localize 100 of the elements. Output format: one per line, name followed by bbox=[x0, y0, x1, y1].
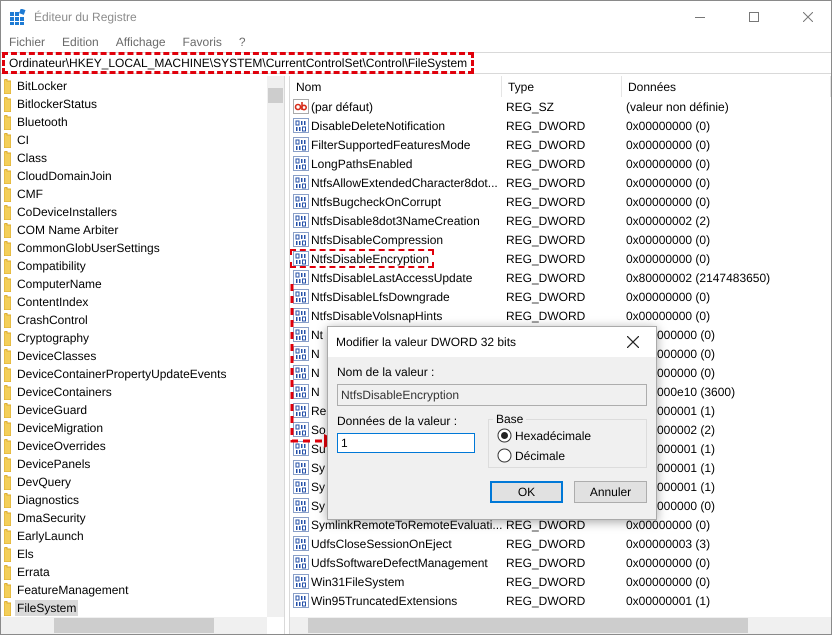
folder-icon bbox=[4, 384, 11, 400]
folder-icon bbox=[4, 114, 11, 130]
value-name: NtfsDisableVolsnapHints bbox=[311, 308, 442, 322]
value-data: 0x00000003 (3) bbox=[625, 536, 712, 550]
value-type: REG_DWORD bbox=[505, 232, 586, 246]
value-name: UdfsSoftwareDefectManagement bbox=[311, 556, 488, 570]
menu-item[interactable]: ? bbox=[238, 34, 246, 48]
value-data: 0x00000000 (0) bbox=[625, 556, 712, 570]
value-type: REG_DWORD bbox=[505, 594, 586, 608]
binary-value-icon bbox=[293, 593, 309, 608]
tree-item[interactable]: FileSystem bbox=[15, 600, 78, 616]
tree-item[interactable]: CoDeviceInstallers bbox=[15, 204, 120, 220]
tree-item[interactable]: CMF bbox=[15, 186, 45, 202]
value-data: (valeur non définie) bbox=[625, 100, 730, 114]
binary-value-icon bbox=[293, 555, 309, 570]
value-name: FilterSupportedFeaturesMode bbox=[311, 138, 470, 152]
value-name: NtfsDisableLastAccessUpdate bbox=[311, 270, 472, 284]
value-data: 000000 (0) bbox=[656, 498, 716, 512]
dialog-button[interactable]: OK bbox=[490, 481, 563, 503]
value-data: 0x00000000 (0) bbox=[625, 252, 712, 266]
tree-item[interactable]: Els bbox=[15, 546, 36, 562]
tree-item[interactable]: BitLocker bbox=[15, 78, 70, 94]
tree-item[interactable]: Bluetooth bbox=[15, 114, 70, 130]
folder-icon bbox=[4, 276, 11, 292]
tree-item[interactable]: ComputerName bbox=[15, 276, 104, 292]
tree-item[interactable]: DeviceMigration bbox=[15, 420, 106, 436]
tree-item[interactable]: Cryptography bbox=[15, 330, 92, 346]
tree-item[interactable]: Class bbox=[15, 150, 50, 166]
binary-value-icon bbox=[293, 156, 309, 171]
tree-item[interactable]: DeviceGuard bbox=[15, 402, 90, 418]
maximize-icon bbox=[749, 12, 759, 22]
column-header[interactable]: Données bbox=[622, 76, 831, 97]
horizontal-scrollbar[interactable] bbox=[290, 617, 831, 634]
tree-item[interactable]: DmaSecurity bbox=[15, 510, 88, 526]
value-name: So bbox=[311, 422, 326, 436]
tree-item[interactable]: DeviceOverrides bbox=[15, 438, 108, 454]
value-data: 0x00000000 (0) bbox=[625, 518, 712, 532]
radio-option[interactable]: Hexadécimale bbox=[497, 428, 646, 443]
value-name: NtfsAllowExtendedCharacter8dot... bbox=[311, 176, 498, 190]
folder-icon bbox=[4, 168, 11, 184]
tree-item[interactable]: DevQuery bbox=[15, 474, 74, 490]
value-name: Sy bbox=[311, 480, 326, 494]
value-name: NtfsDisableCompression bbox=[311, 232, 444, 246]
value-data: 0x00000002 (2) bbox=[625, 214, 712, 228]
value-type: REG_DWORD bbox=[505, 176, 586, 190]
radio-option[interactable]: Décimale bbox=[497, 448, 646, 463]
folder-icon bbox=[4, 546, 11, 562]
value-data-field[interactable]: 1 bbox=[337, 433, 475, 453]
column-header[interactable]: Type bbox=[502, 76, 622, 97]
value-type: REG_DWORD bbox=[505, 270, 586, 284]
binary-value-icon bbox=[293, 327, 309, 342]
value-name-field[interactable]: NtfsDisableEncryption bbox=[337, 384, 647, 406]
tree-item[interactable]: COM Name Arbiter bbox=[15, 222, 120, 238]
value-name: Nt bbox=[311, 328, 323, 342]
tree-item[interactable]: BitlockerStatus bbox=[15, 96, 100, 112]
value-type: REG_DWORD bbox=[505, 574, 586, 588]
binary-value-icon bbox=[293, 308, 309, 323]
binary-value-icon bbox=[293, 422, 309, 437]
menu-item[interactable]: Favoris bbox=[182, 34, 222, 48]
tree-item[interactable]: DevicePanels bbox=[15, 456, 92, 472]
binary-value-icon bbox=[293, 536, 309, 551]
dialog-button[interactable]: Annuler bbox=[574, 481, 647, 503]
tree-item[interactable]: Errata bbox=[15, 564, 52, 580]
tree-item[interactable]: FeatureManagement bbox=[15, 582, 130, 598]
folder-icon bbox=[4, 510, 11, 526]
tree-item[interactable]: CommonGlobUserSettings bbox=[15, 240, 162, 256]
tree-item[interactable]: DeviceContainers bbox=[15, 384, 114, 400]
folder-icon bbox=[4, 294, 11, 310]
folder-icon bbox=[4, 600, 11, 616]
tree-item[interactable]: ContentIndex bbox=[15, 294, 90, 310]
value-type: REG_DWORD bbox=[505, 518, 586, 532]
close-icon bbox=[627, 336, 639, 348]
menu-item[interactable]: Fichier bbox=[9, 34, 46, 48]
binary-value-icon bbox=[293, 270, 309, 285]
value-data: 000001 (1) bbox=[656, 442, 716, 456]
tree-item[interactable]: DeviceClasses bbox=[15, 348, 98, 364]
folder-icon bbox=[4, 96, 11, 112]
menu-item[interactable]: Edition bbox=[62, 34, 99, 48]
value-name: NtfsBugcheckOnCorrupt bbox=[311, 194, 442, 208]
tree-item[interactable]: CrashControl bbox=[15, 312, 90, 328]
tree-item[interactable]: Diagnostics bbox=[15, 492, 82, 508]
tree-item[interactable]: CI bbox=[15, 132, 31, 148]
vertical-scrollbar[interactable] bbox=[267, 76, 284, 617]
value-data: 000000 (0) bbox=[656, 346, 716, 360]
column-header[interactable]: Nom bbox=[290, 76, 502, 97]
value-data: 000002 (2) bbox=[656, 422, 716, 436]
folder-icon bbox=[4, 492, 11, 508]
tree-item[interactable]: EarlyLaunch bbox=[15, 528, 86, 544]
field-label: Nom de la valeur : bbox=[337, 364, 436, 381]
horizontal-scrollbar[interactable] bbox=[1, 617, 267, 634]
value-type: REG_DWORD bbox=[505, 194, 586, 208]
tree-item[interactable]: Compatibility bbox=[15, 258, 88, 274]
folder-icon bbox=[4, 150, 11, 166]
binary-value-icon bbox=[293, 460, 309, 475]
menu-item[interactable]: Affichage bbox=[116, 34, 166, 48]
value-data: 0x00000000 (0) bbox=[625, 176, 712, 190]
string-value-icon bbox=[293, 99, 309, 114]
binary-value-icon bbox=[293, 346, 309, 361]
tree-item[interactable]: DeviceContainerPropertyUpdateEvents bbox=[15, 366, 228, 382]
tree-item[interactable]: CloudDomainJoin bbox=[15, 168, 114, 184]
